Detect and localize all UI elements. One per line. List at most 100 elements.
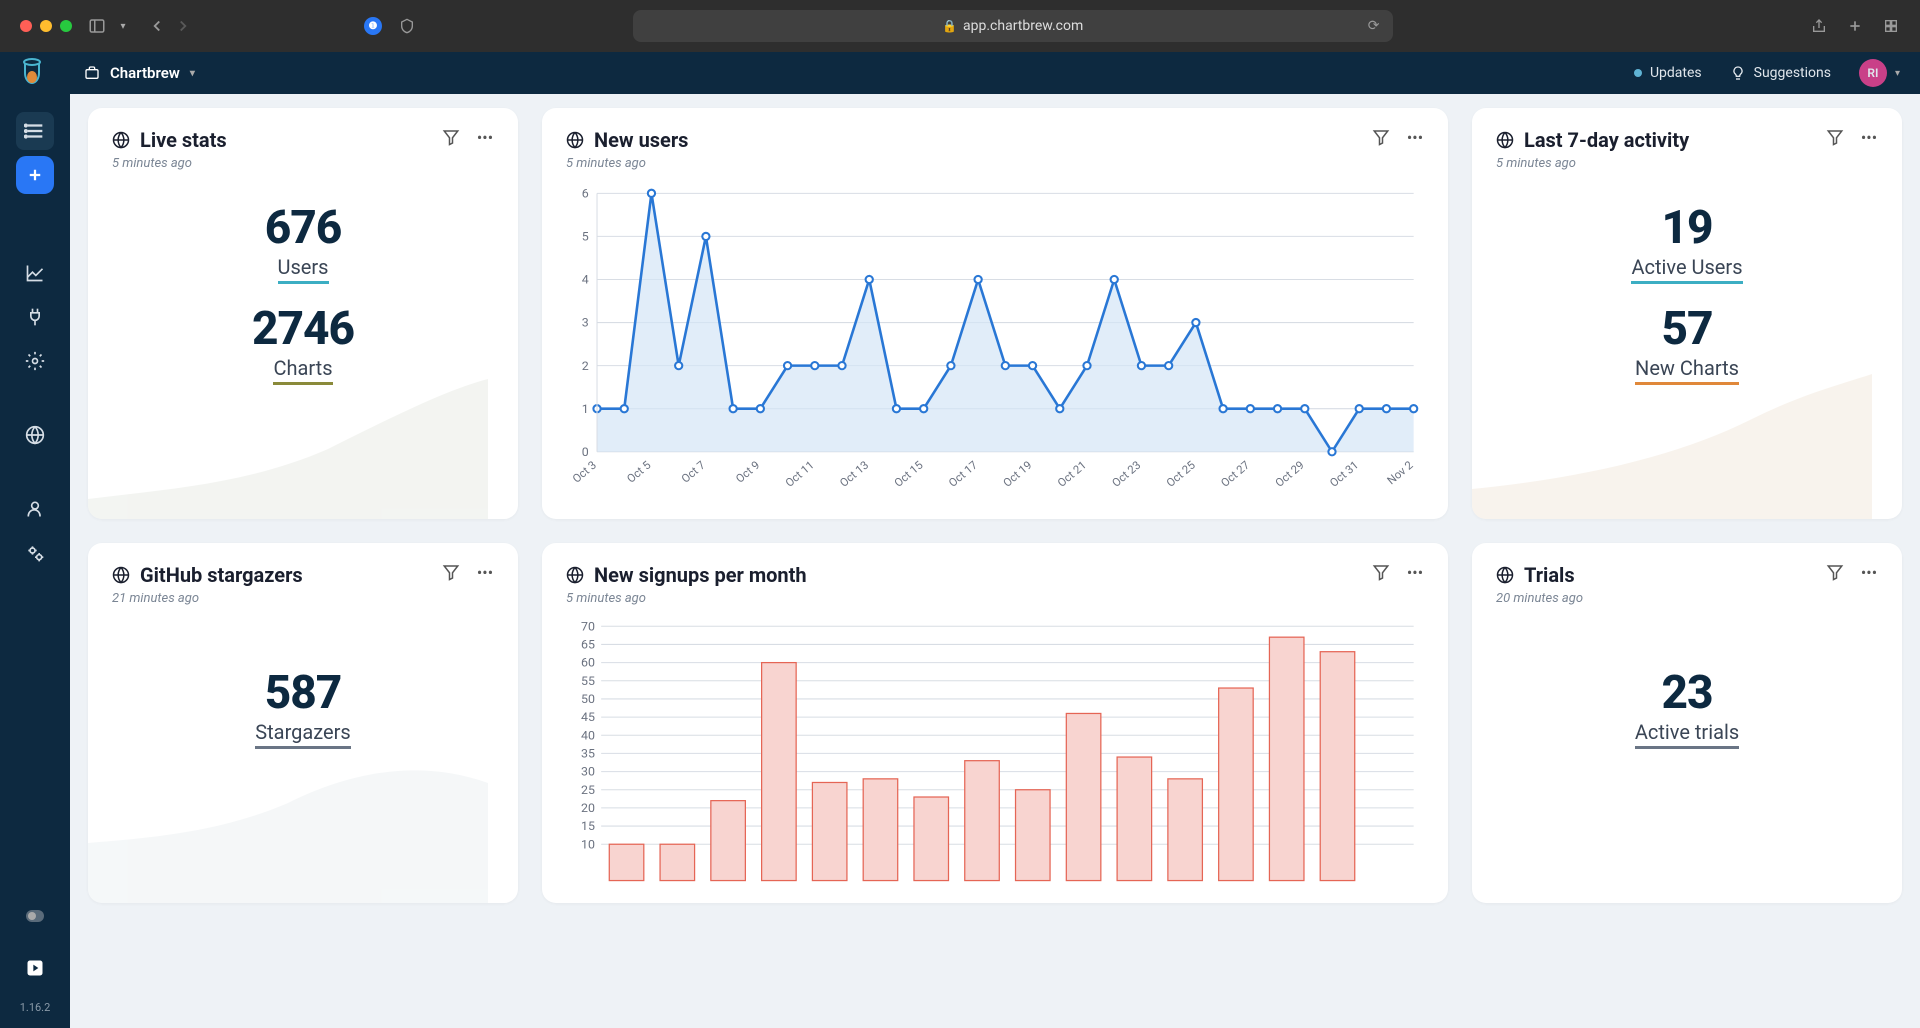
svg-text:Oct 3: Oct 3	[570, 458, 599, 486]
share-icon[interactable]	[1810, 17, 1828, 35]
avatar: RI	[1859, 59, 1887, 87]
kpi-users-value: 676	[265, 201, 342, 255]
status-dot-icon	[1634, 69, 1642, 77]
sidebar-toggle-icon[interactable]	[88, 17, 106, 35]
nav-back-icon[interactable]	[148, 17, 166, 35]
filter-icon[interactable]	[1826, 128, 1844, 146]
window-close-button[interactable]	[20, 20, 32, 32]
svg-text:Nov 2: Nov 2	[1384, 458, 1415, 487]
sidebar: 1.16.2	[0, 94, 70, 1028]
briefcase-icon	[84, 65, 100, 81]
sidebar-user-icon[interactable]	[16, 490, 54, 528]
lightbulb-icon	[1730, 65, 1746, 81]
card-github-stargazers: GitHub stargazers 21 minutes ago ••• 587…	[88, 543, 518, 903]
svg-text:3: 3	[582, 316, 589, 331]
svg-text:Oct 15: Oct 15	[891, 458, 925, 490]
svg-text:10: 10	[581, 838, 595, 853]
traffic-lights	[20, 20, 72, 32]
card-timestamp: 21 minutes ago	[112, 591, 303, 606]
window-zoom-button[interactable]	[60, 20, 72, 32]
browser-toolbar: ▾ ❶ 🔒 app.chartbrew.com ⟳	[0, 0, 1920, 52]
refresh-icon[interactable]: ⟳	[1365, 17, 1383, 35]
tabs-overview-icon[interactable]	[1882, 17, 1900, 35]
svg-text:1: 1	[582, 402, 589, 417]
card-timestamp: 5 minutes ago	[1496, 156, 1689, 171]
more-icon[interactable]: •••	[476, 128, 494, 146]
more-icon[interactable]: •••	[476, 563, 494, 581]
card-title: Trials	[1524, 563, 1575, 587]
sidebar-theme-toggle[interactable]	[16, 897, 54, 935]
user-menu[interactable]: RI ▾	[1859, 59, 1900, 87]
svg-text:60: 60	[581, 656, 595, 671]
sidebar-dashboards-icon[interactable]	[16, 112, 54, 150]
svg-text:Oct 13: Oct 13	[837, 458, 871, 490]
team-name: Chartbrew	[110, 64, 180, 82]
sidebar-add-button[interactable]	[16, 156, 54, 194]
sidebar-gears-icon[interactable]	[16, 534, 54, 572]
sidebar-globe-icon[interactable]	[16, 416, 54, 454]
kpi-new-charts-label: New Charts	[1635, 356, 1739, 385]
dashboard-content: Live stats 5 minutes ago ••• 676 Users	[70, 94, 1920, 1028]
card-new-users: New users 5 minutes ago ••• 0123456Oct 3…	[542, 108, 1448, 519]
filter-icon[interactable]	[1372, 563, 1390, 581]
team-selector[interactable]: Chartbrew ▾	[84, 64, 195, 82]
window-minimize-button[interactable]	[40, 20, 52, 32]
lock-icon: 🔒	[942, 19, 957, 33]
chevron-down-icon: ▾	[190, 68, 195, 79]
card-title: GitHub stargazers	[140, 563, 303, 587]
card-activity: Last 7-day activity 5 minutes ago ••• 19…	[1472, 108, 1902, 519]
shield-icon[interactable]	[398, 17, 416, 35]
card-signups-per-month: New signups per month 5 minutes ago ••• …	[542, 543, 1448, 903]
svg-text:35: 35	[581, 747, 595, 762]
privacy-badge-icon[interactable]: ❶	[364, 17, 382, 35]
version-text: 1.16.2	[20, 1001, 51, 1014]
svg-text:Oct 11: Oct 11	[782, 458, 816, 490]
globe-icon	[566, 131, 584, 149]
chevron-down-icon: ▾	[1895, 68, 1900, 79]
app-top-nav: Chartbrew ▾ Updates Suggestions RI ▾	[0, 52, 1920, 94]
globe-icon	[566, 566, 584, 584]
new-tab-icon[interactable]	[1846, 17, 1864, 35]
kpi-users-label: Users	[278, 255, 329, 284]
more-icon[interactable]: •••	[1406, 128, 1424, 146]
svg-text:65: 65	[581, 638, 595, 653]
svg-text:Oct 23: Oct 23	[1109, 458, 1143, 490]
sidebar-settings-icon[interactable]	[16, 342, 54, 380]
svg-text:20: 20	[581, 801, 595, 816]
card-title: New users	[594, 128, 688, 152]
svg-text:6: 6	[582, 186, 589, 201]
url-bar[interactable]: 🔒 app.chartbrew.com ⟳	[633, 10, 1393, 42]
kpi-new-charts-value: 57	[1635, 302, 1739, 356]
filter-icon[interactable]	[1826, 563, 1844, 581]
more-icon[interactable]: •••	[1860, 563, 1878, 581]
globe-icon	[112, 566, 130, 584]
sidebar-play-icon[interactable]	[16, 949, 54, 987]
more-icon[interactable]: •••	[1406, 563, 1424, 581]
filter-icon[interactable]	[442, 128, 460, 146]
card-timestamp: 5 minutes ago	[112, 156, 227, 171]
card-live-stats: Live stats 5 minutes ago ••• 676 Users	[88, 108, 518, 519]
nav-forward-icon[interactable]	[174, 17, 192, 35]
url-text: app.chartbrew.com	[963, 18, 1083, 34]
chevron-down-icon[interactable]: ▾	[114, 17, 132, 35]
svg-text:Oct 29: Oct 29	[1272, 458, 1306, 490]
svg-text:25: 25	[581, 783, 595, 798]
suggestions-link[interactable]: Suggestions	[1730, 65, 1831, 81]
kpi-active-users-label: Active Users	[1631, 255, 1742, 284]
svg-text:15: 15	[581, 820, 595, 835]
sidebar-plug-icon[interactable]	[16, 298, 54, 336]
svg-text:0: 0	[582, 445, 589, 460]
globe-icon	[1496, 131, 1514, 149]
suggestions-label: Suggestions	[1754, 65, 1831, 81]
filter-icon[interactable]	[1372, 128, 1390, 146]
filter-icon[interactable]	[442, 563, 460, 581]
kpi-active-users-value: 19	[1631, 201, 1742, 255]
svg-text:Oct 31: Oct 31	[1327, 458, 1361, 490]
signups-chart: 10152025303540455055606570	[566, 606, 1424, 887]
updates-link[interactable]: Updates	[1634, 65, 1702, 81]
card-title: Live stats	[140, 128, 227, 152]
app-logo-icon[interactable]	[20, 57, 44, 89]
more-icon[interactable]: •••	[1860, 128, 1878, 146]
sidebar-chart-icon[interactable]	[16, 254, 54, 292]
updates-label: Updates	[1650, 65, 1702, 81]
